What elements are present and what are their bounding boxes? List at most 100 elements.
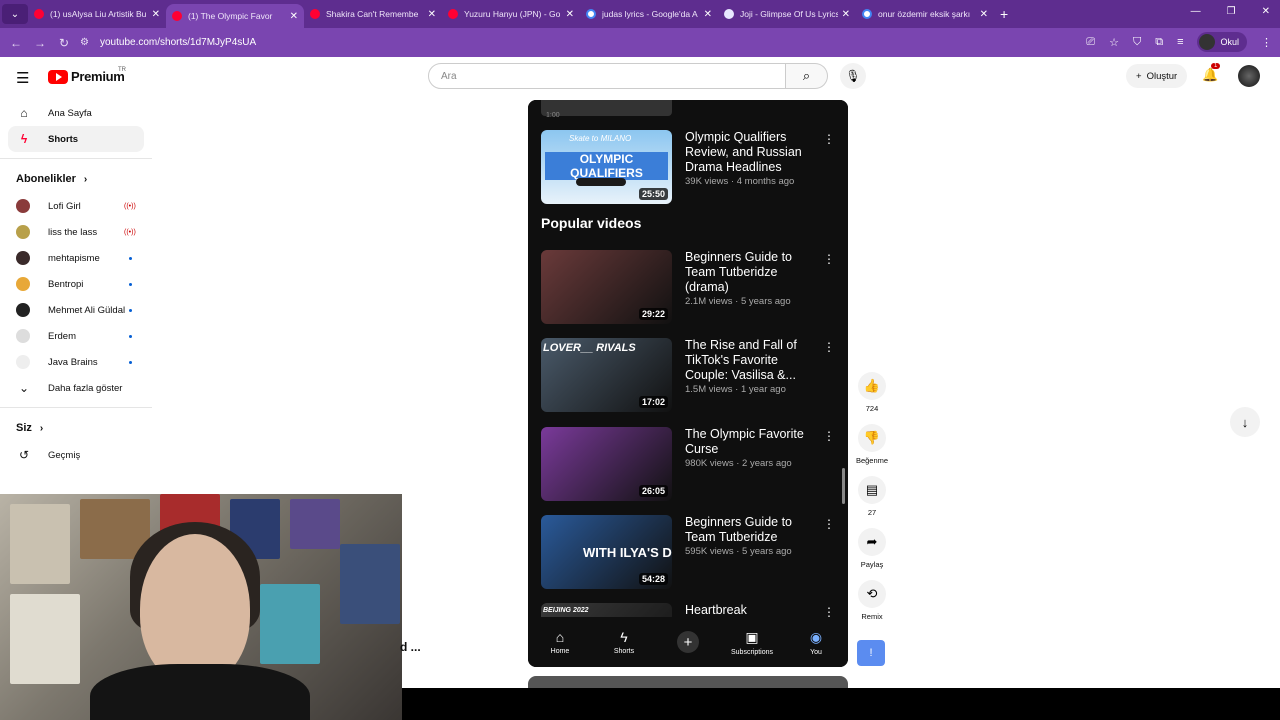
sidebar-item-subscription[interactable]: mehtapisme [0,245,152,271]
search-input[interactable]: Ara [428,63,786,89]
more-options-icon[interactable]: ⋮ [823,429,835,443]
more-options-icon[interactable]: ⋮ [823,252,835,266]
forward-icon[interactable]: → [28,36,52,50]
close-tab-icon[interactable]: ✕ [152,9,160,20]
browser-tab[interactable]: Yuzuru Hanyu (JPN) - Go ✕ [442,0,580,28]
close-tab-icon[interactable]: ✕ [980,9,988,20]
scrollbar[interactable] [842,468,845,504]
chevron-right-icon: › [39,422,44,434]
video-list-item[interactable]: LOVER__ RIVALS 17:02 The Rise and Fall of … [541,338,835,416]
subscriptions-header[interactable]: Abonelikler › [0,165,152,193]
video-duration: 25:50 [638,188,668,200]
browser-tab[interactable]: (1) The Olympic Favor ✕ [166,4,304,28]
video-list-item[interactable]: WITH ILYA'S DISASTROUS ... 54:28 Beginners… [541,515,835,593]
home-icon: ⌂ [555,629,565,645]
profile-name: Okul [1220,37,1239,47]
thumb-overlay-text: BEIJING 2022 [543,607,589,614]
nav-home[interactable]: ⌂ Home [532,629,588,655]
sidebar-item-subscription[interactable]: Erdem [0,323,152,349]
you-header[interactable]: Siz › [0,414,152,442]
close-window-icon[interactable]: ✕ [1262,6,1270,17]
video-list-item[interactable]: 26:05 The Olympic Favorite Curse 980K view… [541,427,835,505]
nav-you[interactable]: ◉ You [788,629,844,656]
close-tab-icon[interactable]: ✕ [842,9,850,20]
video-title[interactable]: Beginners Guide to Team Tutberidze (dram… [685,250,815,295]
nav-shorts[interactable]: ϟ Shorts [596,629,652,655]
voice-search-button[interactable]: 🎙 [840,63,866,89]
minimize-icon[interactable]: — [1191,6,1201,17]
reload-icon[interactable]: ↻ [52,36,76,50]
nav-label: Home [550,648,570,655]
video-title[interactable]: Heartbreak [685,603,815,618]
thumbs-up-icon: 👍 [858,372,886,400]
nav-create[interactable]: + [660,631,716,653]
video-title[interactable]: The Rise and Fall of TikTok's Favorite C… [685,338,815,383]
video-title[interactable]: Beginners Guide to Team Tutberidze [685,515,815,545]
video-duration: 54:28 [638,573,668,585]
sidebar-item-home[interactable]: ⌂ Ana Sayfa [0,100,152,126]
install-app-icon[interactable]: ⎚ [1086,36,1095,49]
video-title[interactable]: The Olympic Favorite Curse [685,427,815,457]
browser-tab[interactable]: Shakira Can't Remembe ✕ [304,0,442,28]
sidebar-item-subscription[interactable]: Lofi Girl ((•)) [0,193,152,219]
url-field[interactable]: ⚙ youtube.com/shorts/1d7MJyP4sUA [80,31,1110,53]
sound-thumbnail[interactable]: ! [857,640,885,666]
menu-hamburger-icon[interactable]: ☰ [16,69,29,87]
close-tab-icon[interactable]: ✕ [704,9,712,20]
extensions-icon[interactable]: ⧉ [1155,36,1163,49]
video-list-item[interactable]: 29:22 Beginners Guide to Team Tutberidze … [541,250,835,328]
sidebar-item-label: Geçmiş [48,449,81,461]
shield-extension-icon[interactable]: ⛉ [1133,36,1141,49]
profile-button[interactable]: Okul [1197,32,1247,52]
live-icon: ((•)) [124,228,136,236]
site-info-icon[interactable]: ⚙ [80,37,92,48]
sidebar-item-subscription[interactable]: Java Brains [0,349,152,375]
create-button[interactable]: + Oluştur [1126,64,1188,88]
remix-button[interactable]: ⟲ Remix [852,580,892,632]
nav-subscriptions[interactable]: ▣ Subscriptions [724,629,780,656]
sidebar-item-history[interactable]: ↺ Geçmiş [0,442,152,468]
tab-title: judas lyrics - Google'da A [602,9,698,19]
youtube-play-icon [48,69,68,84]
browser-tab[interactable]: (1) usAlysa Liu Artistik Bu ✕ [28,0,166,28]
close-tab-icon[interactable]: ✕ [428,9,436,20]
more-options-icon[interactable]: ⋮ [823,132,835,146]
dislike-button[interactable]: 👎 Beğenme [852,424,892,476]
url-text: youtube.com/shorts/1d7MJyP4sUA [100,36,257,48]
comment-icon: ▤ [858,476,886,504]
next-video-button[interactable]: ↓ [1230,407,1260,437]
restore-icon[interactable]: ❐ [1227,6,1236,17]
account-avatar[interactable] [1238,65,1260,87]
notifications-button[interactable]: 🔔 1 [1202,63,1221,83]
comments-button[interactable]: ▤ 27 [852,476,892,528]
browser-menu-icon[interactable]: ⋮ [1261,36,1272,49]
new-content-dot-icon [129,308,132,312]
more-options-icon[interactable]: ⋮ [823,340,835,354]
show-more-button[interactable]: ⌄ Daha fazla göster [0,375,152,401]
share-button[interactable]: ➦ Paylaş [852,528,892,580]
close-tab-icon[interactable]: ✕ [290,11,298,22]
sidebar-item-shorts[interactable]: ϟ Shorts [8,126,144,152]
sidebar-item-subscription[interactable]: Mehmet Ali Güldal [0,297,152,323]
browser-tab[interactable]: Joji - Glimpse Of Us Lyrics ✕ [718,0,856,28]
tab-search-menu-icon[interactable]: ⌄ [2,4,28,24]
search-button[interactable]: ⌕ [786,63,828,89]
more-options-icon[interactable]: ⋮ [823,517,835,531]
sidebar-item-subscription[interactable]: liss the lass ((•)) [0,219,152,245]
close-tab-icon[interactable]: ✕ [566,9,574,20]
browser-tab[interactable]: judas lyrics - Google'da A ✕ [580,0,718,28]
browser-tab[interactable]: onur özdemir eksik şarkı ✕ [856,0,994,28]
video-duration: 26:05 [638,485,668,497]
new-tab-button[interactable]: + [1000,6,1008,22]
video-list-item[interactable]: Skate to MILANO OLYMPIC QUALIFIERS 25:50… [541,130,835,208]
live-icon: ((•)) [124,202,136,210]
bookmark-star-icon[interactable]: ☆ [1109,36,1119,49]
sidebar-item-subscription[interactable]: Bentropi [0,271,152,297]
youtube-premium-logo[interactable]: Premium TR [48,67,126,84]
video-title[interactable]: Olympic Qualifiers Review, and Russian D… [685,130,815,175]
logo-text: Premium [71,69,125,84]
shorts-video-player[interactable]: 1:00 Skate to MILANO OLYMPIC QUALIFIERS … [528,100,848,667]
reading-list-icon[interactable]: ≡ [1177,36,1183,48]
like-button[interactable]: 👍 724 [852,372,892,424]
back-icon[interactable]: ← [4,36,28,50]
